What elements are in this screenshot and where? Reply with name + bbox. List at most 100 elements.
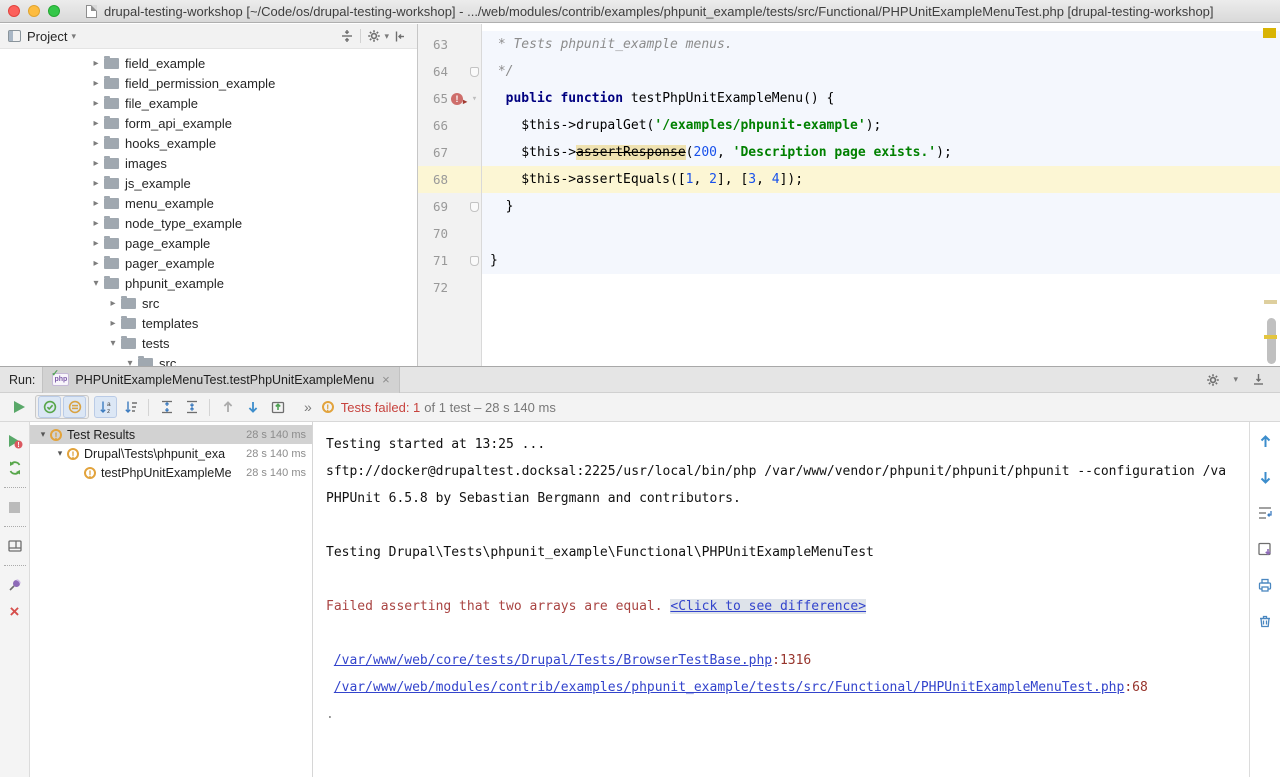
- editor-line[interactable]: 65!▾ public function testPhpUnitExampleM…: [418, 85, 1280, 112]
- run-tab[interactable]: php PHPUnitExampleMenuTest.testPhpUnitEx…: [42, 367, 399, 393]
- chevron-collapsed-icon[interactable]: ▸: [88, 258, 104, 269]
- fold-marker-icon[interactable]: [468, 256, 481, 266]
- file-link[interactable]: /var/www/web/modules/contrib/examples/ph…: [334, 680, 1125, 695]
- error-stripe-mark-warning[interactable]: [1264, 335, 1277, 339]
- project-tree-item[interactable]: ▸pager_example: [0, 253, 417, 273]
- project-tree-item[interactable]: ▸page_example: [0, 233, 417, 253]
- gear-icon[interactable]: [364, 26, 384, 46]
- pin-tab-button[interactable]: [4, 574, 26, 596]
- chevrons-more-icon[interactable]: »: [304, 399, 312, 415]
- project-tree-item[interactable]: ▸templates: [0, 313, 417, 333]
- next-failed-test-button[interactable]: [241, 396, 264, 418]
- diff-link[interactable]: <Click to see difference>: [670, 599, 866, 614]
- chevron-collapsed-icon[interactable]: ▸: [88, 158, 104, 169]
- soft-wrap-button[interactable]: [1254, 502, 1276, 524]
- project-tree-item[interactable]: ▾phpunit_example: [0, 273, 417, 293]
- project-tree-item[interactable]: ▸menu_example: [0, 193, 417, 213]
- chevron-collapsed-icon[interactable]: ▸: [88, 238, 104, 249]
- sort-by-duration-button[interactable]: [119, 396, 142, 418]
- test-tree-item[interactable]: !testPhpUnitExampleMe28 s 140 ms: [30, 463, 312, 482]
- minimize-panel-button[interactable]: [1248, 370, 1268, 390]
- chevron-expanded-icon[interactable]: ▾: [122, 358, 138, 367]
- close-icon[interactable]: ×: [382, 373, 390, 386]
- test-tree-item[interactable]: ▾!Drupal\Tests\phpunit_exa28 s 140 ms: [30, 444, 312, 463]
- chevron-collapsed-icon[interactable]: ▸: [105, 298, 121, 309]
- project-tree-item[interactable]: ▸js_example: [0, 173, 417, 193]
- chevron-collapsed-icon[interactable]: ▸: [88, 118, 104, 129]
- error-stripe-status[interactable]: [1263, 28, 1276, 38]
- chevron-collapsed-icon[interactable]: ▸: [88, 98, 104, 109]
- chevron-expanded-icon[interactable]: ▾: [53, 448, 67, 459]
- code-editor[interactable]: 63 * Tests phpunit_example menus.64 */65…: [418, 24, 1280, 366]
- previous-failed-test-button[interactable]: [216, 396, 239, 418]
- export-results-button[interactable]: [1254, 538, 1276, 560]
- chevron-collapsed-icon[interactable]: ▸: [88, 218, 104, 229]
- close-window-button[interactable]: [8, 5, 20, 17]
- test-tree-item[interactable]: ▾!Test Results28 s 140 ms: [30, 425, 312, 444]
- scroll-up-button[interactable]: [1254, 430, 1276, 452]
- chevron-collapsed-icon[interactable]: ▸: [88, 78, 104, 89]
- collapse-all-button[interactable]: [180, 396, 203, 418]
- project-tree-item[interactable]: ▾tests: [0, 333, 417, 353]
- editor-line[interactable]: 67 $this->assertResponse(200, 'Descripti…: [418, 139, 1280, 166]
- chevron-down-icon[interactable]: ▾: [71, 31, 76, 42]
- fold-marker-icon[interactable]: ▾: [468, 94, 481, 104]
- collapse-all-button[interactable]: [337, 26, 357, 46]
- chevron-down-icon[interactable]: ▾: [1233, 374, 1238, 385]
- zoom-window-button[interactable]: [48, 5, 60, 17]
- editor-line[interactable]: 68 $this->assertEquals([1, 2], [3, 4]);: [418, 166, 1280, 193]
- code-line-text: * Tests phpunit_example menus.: [482, 31, 1280, 58]
- folder-icon: [104, 278, 119, 289]
- stop-button[interactable]: [4, 496, 26, 518]
- editor-line[interactable]: 63 * Tests phpunit_example menus.: [418, 31, 1280, 58]
- editor-line[interactable]: 71}: [418, 247, 1280, 274]
- chevron-collapsed-icon[interactable]: ▸: [88, 178, 104, 189]
- folder-icon: [104, 98, 119, 109]
- error-stripe-mark[interactable]: [1264, 300, 1277, 304]
- rerun-failed-test-icon[interactable]: !: [450, 92, 466, 106]
- project-tree-item[interactable]: ▸field_permission_example: [0, 73, 417, 93]
- project-tree-item[interactable]: ▸images: [0, 153, 417, 173]
- editor-scrollbar[interactable]: [1267, 318, 1276, 364]
- chevron-collapsed-icon[interactable]: ▸: [88, 138, 104, 149]
- rerun-failed-tests-button[interactable]: !: [4, 430, 26, 452]
- file-link[interactable]: /var/www/web/core/tests/Drupal/Tests/Bro…: [334, 653, 772, 668]
- toggle-auto-test-button[interactable]: [4, 457, 26, 479]
- fold-marker-icon[interactable]: [468, 67, 481, 77]
- show-ignored-toggle[interactable]: [63, 396, 86, 418]
- gear-icon[interactable]: [1203, 370, 1223, 390]
- project-tree-item[interactable]: ▸hooks_example: [0, 133, 417, 153]
- project-panel-title[interactable]: Project: [27, 29, 67, 44]
- project-tree-item[interactable]: ▾src: [0, 353, 417, 366]
- hide-panel-button[interactable]: [389, 26, 409, 46]
- chevron-collapsed-icon[interactable]: ▸: [88, 58, 104, 69]
- open-test-results-button[interactable]: [266, 396, 289, 418]
- editor-line[interactable]: 72: [418, 274, 1280, 301]
- project-tree-item[interactable]: ▸file_example: [0, 93, 417, 113]
- project-tree-item[interactable]: ▸field_example: [0, 53, 417, 73]
- clear-all-button[interactable]: [1254, 610, 1276, 632]
- rerun-button[interactable]: [7, 396, 30, 418]
- print-icon[interactable]: [1254, 574, 1276, 596]
- scroll-down-button[interactable]: [1254, 466, 1276, 488]
- test-console[interactable]: Testing started at 13:25 ...sftp://docke…: [313, 422, 1249, 777]
- editor-line[interactable]: 64 */: [418, 58, 1280, 85]
- chevron-expanded-icon[interactable]: ▾: [105, 338, 121, 349]
- editor-line[interactable]: 70: [418, 220, 1280, 247]
- chevron-expanded-icon[interactable]: ▾: [88, 278, 104, 289]
- restore-layout-button[interactable]: [4, 535, 26, 557]
- close-panel-button[interactable]: ×: [4, 601, 26, 623]
- expand-all-button[interactable]: [155, 396, 178, 418]
- minimize-window-button[interactable]: [28, 5, 40, 17]
- project-tree-item[interactable]: ▸node_type_example: [0, 213, 417, 233]
- sort-alphabetically-toggle[interactable]: a z: [94, 396, 117, 418]
- show-passed-toggle[interactable]: [38, 396, 61, 418]
- editor-line[interactable]: 66 $this->drupalGet('/examples/phpunit-e…: [418, 112, 1280, 139]
- project-tree-item[interactable]: ▸src: [0, 293, 417, 313]
- project-tree-item[interactable]: ▸form_api_example: [0, 113, 417, 133]
- editor-line[interactable]: 69 }: [418, 193, 1280, 220]
- chevron-collapsed-icon[interactable]: ▸: [88, 198, 104, 209]
- chevron-expanded-icon[interactable]: ▾: [36, 429, 50, 440]
- chevron-collapsed-icon[interactable]: ▸: [105, 318, 121, 329]
- fold-marker-icon[interactable]: [468, 202, 481, 212]
